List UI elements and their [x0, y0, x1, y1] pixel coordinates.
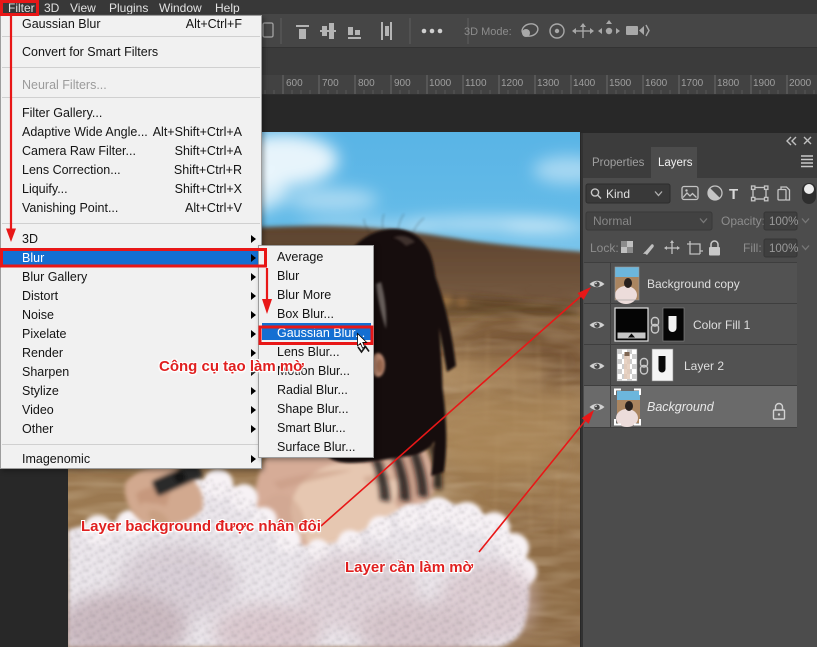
svg-text:Layers: Layers	[658, 157, 693, 169]
svg-text:100%: 100%	[769, 216, 798, 228]
svg-text:1100: 1100	[465, 78, 487, 89]
svg-text:1400: 1400	[573, 78, 596, 89]
svg-text:1900: 1900	[753, 78, 776, 89]
svg-text:900: 900	[394, 78, 411, 89]
svg-text:1200: 1200	[501, 78, 524, 89]
svg-text:600: 600	[286, 78, 303, 89]
svg-text:Opacity:: Opacity:	[721, 214, 765, 228]
svg-text:2000: 2000	[789, 78, 812, 89]
svg-text:Color Fill 1: Color Fill 1	[693, 318, 751, 332]
svg-text:Background copy: Background copy	[647, 277, 740, 291]
svg-text:1800: 1800	[717, 78, 740, 89]
svg-text:1300: 1300	[537, 78, 560, 89]
svg-text:Lock:: Lock:	[590, 241, 619, 255]
svg-text:Background: Background	[647, 400, 715, 414]
svg-text:Layer 2: Layer 2	[684, 359, 724, 373]
svg-text:Normal: Normal	[593, 214, 632, 228]
svg-text:3D Mode:: 3D Mode:	[464, 26, 512, 38]
svg-text:Fill:: Fill:	[743, 241, 762, 255]
svg-text:1600: 1600	[645, 78, 668, 89]
svg-text:1700: 1700	[681, 78, 704, 89]
svg-text:Kind: Kind	[606, 187, 630, 201]
svg-text:T: T	[729, 186, 738, 203]
svg-text:800: 800	[358, 78, 375, 89]
svg-text:1000: 1000	[429, 78, 452, 89]
svg-text:1500: 1500	[609, 78, 632, 89]
svg-text:Properties: Properties	[592, 157, 645, 169]
svg-text:100%: 100%	[769, 243, 798, 255]
svg-text:700: 700	[322, 78, 339, 89]
